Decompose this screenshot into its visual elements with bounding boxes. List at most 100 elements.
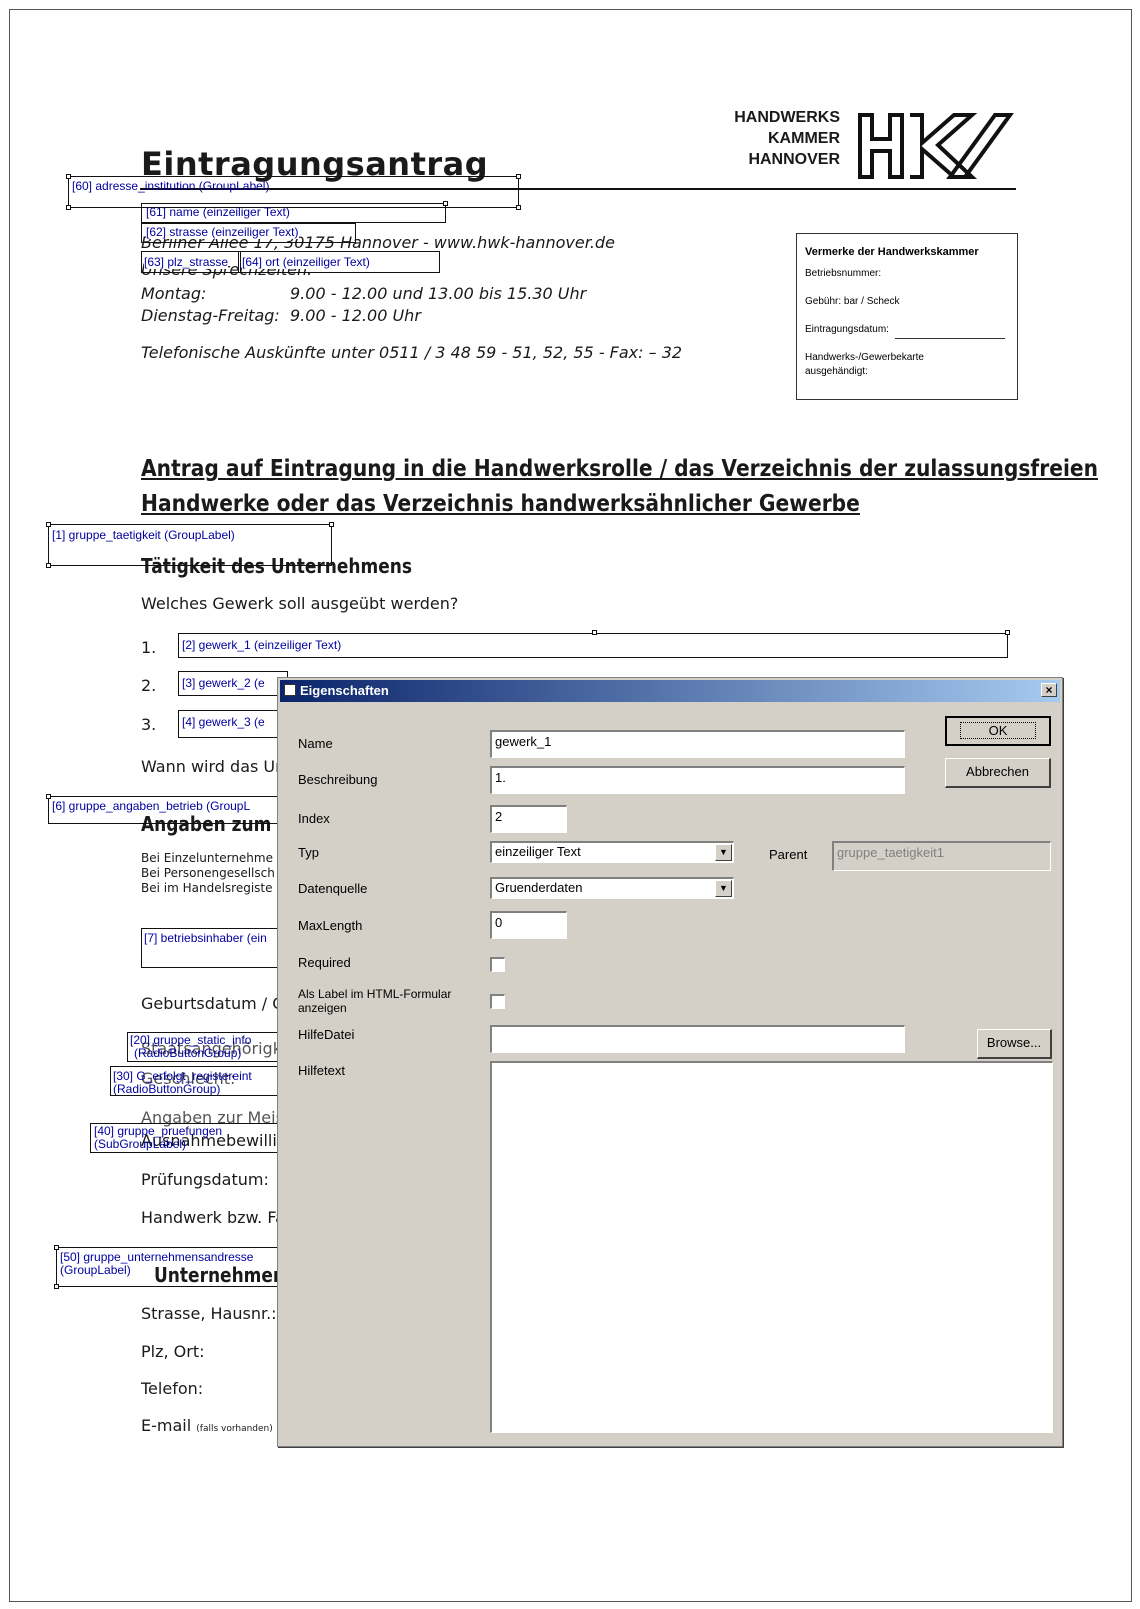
overlay-handle[interactable] [54,1245,59,1250]
small-text-3: Bei im Handelsregiste [141,881,273,895]
hilfedatei-label: HilfeDatei [298,1027,355,1042]
als-label-label: Als Label im HTML-Formular anzeigen [298,987,451,1015]
vermerke-line1: Betriebsnummer: [805,268,882,279]
overlay-handle[interactable] [66,174,71,179]
overlay-handle[interactable] [46,563,51,568]
hours-time-2: 9.00 - 12.00 Uhr [290,306,421,325]
browse-button[interactable]: Browse... [977,1029,1052,1059]
overlay-label-2: [2] gewerk_1 (einzeiliger Text) [182,638,342,652]
overlay-label-50b: (GroupLabel) [60,1263,131,1277]
overlay-handle[interactable] [66,205,71,210]
beschreibung-input[interactable]: 1. [490,766,905,794]
overlay-handle[interactable] [46,794,51,799]
overlay-label-40b: (SubGroupLabel) [94,1137,187,1151]
vermerke-line5: ausgehändigt: [805,366,868,377]
index-input[interactable]: 2 [490,805,567,833]
dialog-titlebar[interactable]: Eigenschaften × [280,680,1060,702]
logo-text-line3: HANNOVER [748,151,840,168]
required-checkbox[interactable] [490,957,505,972]
als-label-line1: Als Label im HTML-Formular [298,987,452,1001]
telefon-label: Telefon: [141,1379,204,1398]
overlay-handle[interactable] [592,630,597,635]
overlay-label-60: [60] adresse_institution (GroupLabel) [72,179,270,193]
parent-label: Parent [769,847,808,862]
overlay-label-6: [6] gruppe_angaben_betrieb (GroupL [52,799,251,813]
email-label: E-mail (falls vorhanden) [141,1416,273,1435]
vermerke-box: Vermerke der Handwerkskammer Betriebsnum… [796,233,1018,400]
hours-day-1: Montag: [141,284,207,303]
name-label: Name [298,736,333,751]
close-icon: × [1045,683,1053,697]
name-input[interactable]: gewerk_1 [490,730,905,758]
dialog-app-icon [284,684,296,696]
small-text-2: Bei Personengesellsch [141,866,275,880]
vermerke-line2: Gebühr: bar / Scheck [805,296,900,307]
overlay-handle[interactable] [516,205,521,210]
handwerk-label: Handwerk bzw. Fa [141,1208,285,1227]
overlay-label-64: [64] ort (einzeiliger Text) [242,255,370,269]
als-label-line2: anzeigen [298,1001,347,1015]
required-label: Required [298,955,351,970]
maxlength-input[interactable]: 0 [490,911,567,939]
datenquelle-value: Gruenderdaten [495,880,583,895]
question-gewerk: Welches Gewerk soll ausgeübt werden? [141,594,459,613]
hk-logo-mark-icon [858,113,1014,179]
overlay-label-4: [4] gewerk_3 (e [182,715,265,729]
overlay-handle[interactable] [443,201,448,206]
overlay-handle[interactable] [54,1284,59,1289]
als-label-checkbox[interactable] [490,994,505,1009]
dialog-title: Eigenschaften [300,683,389,698]
chevron-down-icon[interactable]: ▼ [715,880,732,897]
email-text: E-mail [141,1416,192,1435]
hilfetext-label: Hilfetext [298,1063,345,1078]
logo-text-line1: HANDWERKS [734,109,840,126]
main-heading-line1: Antrag auf Eintragung in die Handwerksro… [141,456,1099,482]
logo-text-line2: KAMMER [768,130,840,147]
maxlength-label: MaxLength [298,918,363,933]
pruefungsdatum-label: Prüfungsdatum: [141,1170,269,1189]
phone-line: Telefonische Auskünfte unter 0511 / 3 48… [141,343,683,362]
hours-day-2: Dienstag-Freitag: [141,306,280,325]
typ-select[interactable]: einzeiliger Text ▼ [490,841,734,863]
small-text-1: Bei Einzelunternehme [141,851,273,865]
overlay-label-62: [62] strasse (einzeiliger Text) [146,225,299,239]
index-label: Index [298,811,330,826]
parent-input[interactable]: gruppe_taetigkeit1 [832,841,1051,871]
overlay-label-1: [1] gruppe_taetigkeit (GroupLabel) [52,528,235,542]
typ-label: Typ [298,845,319,860]
overlay-handle[interactable] [329,522,334,527]
chevron-down-icon[interactable]: ▼ [715,844,732,861]
ok-button-label: OK [959,722,1037,739]
overlay-label-63: [63] plz_strasse [144,255,229,269]
overlay-label-7: [7] betriebsinhaber (ein [144,931,267,945]
vermerke-title: Vermerke der Handwerkskammer [805,246,979,258]
email-note: (falls vorhanden) [196,1424,273,1434]
overlay-label-20b: (RadioButtonGroup) [134,1046,242,1060]
vermerke-date-rule [895,338,1005,339]
overlay-label-61: [61] name (einzeiliger Text) [146,205,290,219]
hours-time-1: 9.00 - 12.00 und 13.00 bis 15.30 Uhr [290,284,587,303]
overlay-handle[interactable] [516,174,521,179]
overlay-label-30b: (RadioButtonGroup) [113,1082,221,1096]
datenquelle-label: Datenquelle [298,881,368,896]
main-heading-line2: Handwerke oder das Verzeichnis handwerks… [141,491,860,517]
vermerke-line4: Handwerks-/Gewerbekarte [805,352,924,363]
hilfedatei-input[interactable] [490,1025,905,1053]
hilfetext-textarea[interactable] [490,1061,1053,1433]
typ-value: einzeiliger Text [495,844,581,859]
vermerke-line3: Eintragungsdatum: [805,324,889,335]
beschreibung-label: Beschreibung [298,772,378,787]
strasse-label: Strasse, Hausnr.: [141,1304,277,1323]
ok-button[interactable]: OK [945,716,1051,746]
overlay-handle[interactable] [1005,630,1010,635]
plz-ort-label: Plz, Ort: [141,1342,205,1361]
cancel-button[interactable]: Abbrechen [945,758,1051,788]
geburtsdatum-label: Geburtsdatum / G [141,994,285,1013]
gewerk-num-1: 1. [141,638,157,657]
overlay-label-3: [3] gewerk_2 (e [182,676,265,690]
close-button[interactable]: × [1041,683,1057,697]
hwk-logo: HANDWERKS KAMMER HANNOVER [700,107,1020,197]
datenquelle-select[interactable]: Gruenderdaten ▼ [490,877,734,899]
gewerk-num-2: 2. [141,676,157,695]
overlay-handle[interactable] [46,522,51,527]
